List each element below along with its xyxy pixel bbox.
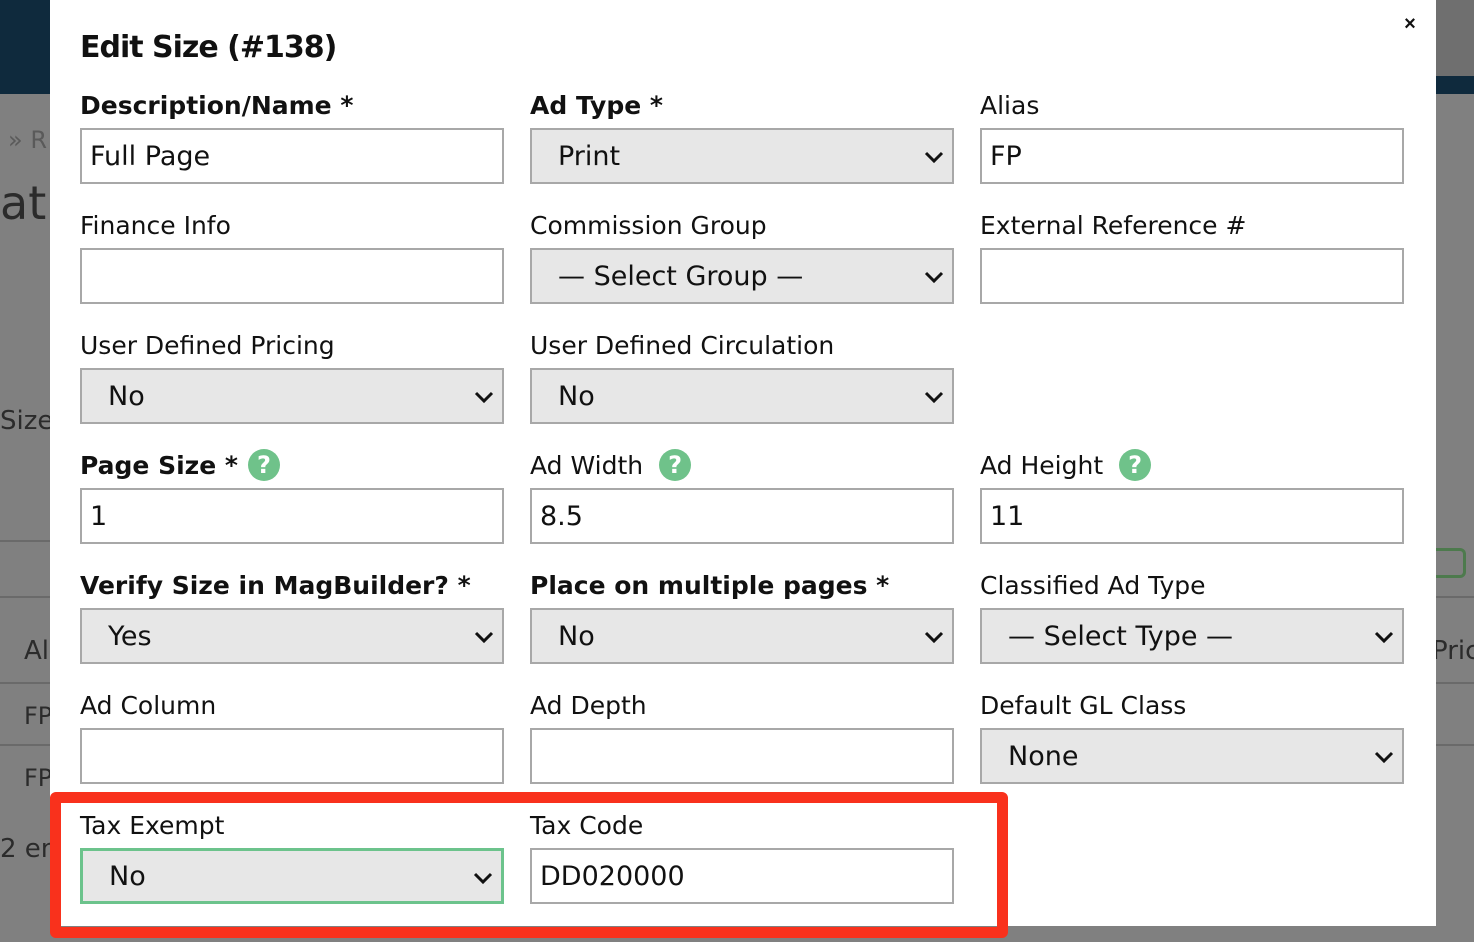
ad-depth-field: Ad Depth: [530, 688, 954, 784]
classified-ad-type-label: Classified Ad Type: [980, 570, 1206, 600]
description-label: Description/Name *: [80, 90, 354, 120]
help-icon[interactable]: ?: [1119, 449, 1152, 481]
external-reference-label: External Reference #: [980, 210, 1247, 240]
verify-size-label: Verify Size in MagBuilder? *: [80, 570, 471, 600]
alias-field: Alias FP: [980, 88, 1404, 184]
chevron-down-icon: [924, 631, 944, 644]
background-divider: [0, 682, 50, 684]
background-size-label: Size: [0, 406, 54, 436]
ad-width-label-text: Ad Width: [530, 450, 644, 480]
commission-group-label: Commission Group: [530, 210, 767, 240]
alias-input[interactable]: FP: [980, 128, 1404, 184]
ad-depth-input[interactable]: [530, 728, 954, 784]
user-defined-pricing-field: User Defined Pricing No: [80, 328, 504, 424]
modal-title: Edit Size (#138): [80, 30, 337, 65]
page-size-field: Page Size * ? 1: [80, 448, 504, 544]
background-divider: [1436, 596, 1474, 598]
finance-info-field: Finance Info: [80, 208, 504, 304]
page-size-input[interactable]: 1: [80, 488, 504, 544]
user-defined-circulation-value: No: [558, 380, 595, 412]
background-green-box: [1436, 548, 1466, 578]
chevron-down-icon: [924, 151, 944, 164]
verify-size-field: Verify Size in MagBuilder? * Yes: [80, 568, 504, 664]
chevron-down-icon: [1374, 751, 1394, 764]
background-row: FP: [24, 702, 53, 730]
ad-height-label: Ad Height ?: [980, 448, 1404, 482]
external-reference-field: External Reference #: [980, 208, 1404, 304]
default-gl-class-value: None: [1008, 740, 1079, 772]
help-icon[interactable]: ?: [247, 449, 280, 481]
ad-column-input[interactable]: [80, 728, 504, 784]
default-gl-class-label: Default GL Class: [980, 690, 1187, 720]
user-defined-circulation-field: User Defined Circulation No: [530, 328, 954, 424]
ad-width-field: Ad Width ? 8.5: [530, 448, 954, 544]
background-divider: [1436, 744, 1474, 746]
user-defined-circulation-select[interactable]: No: [530, 368, 954, 424]
background-entries-count: 2 en: [0, 834, 58, 864]
background-divider: [1436, 682, 1474, 684]
commission-group-field: Commission Group — Select Group —: [530, 208, 954, 304]
background-column-header: Pric: [1432, 636, 1474, 666]
background-row: FP: [24, 764, 53, 792]
commission-group-select[interactable]: — Select Group —: [530, 248, 954, 304]
multiple-pages-label: Place on multiple pages *: [530, 570, 890, 600]
verify-size-value: Yes: [108, 620, 152, 652]
commission-group-value: — Select Group —: [558, 260, 804, 292]
multiple-pages-value: No: [558, 620, 595, 652]
background-heading: at: [0, 176, 47, 230]
verify-size-select[interactable]: Yes: [80, 608, 504, 664]
ad-height-label-text: Ad Height: [980, 450, 1104, 480]
ad-column-field: Ad Column: [80, 688, 504, 784]
background-divider: [0, 540, 50, 542]
ad-type-select[interactable]: Print: [530, 128, 954, 184]
chevron-down-icon: [474, 631, 494, 644]
page-size-label: Page Size * ?: [80, 448, 504, 482]
background-column-header: Al: [24, 636, 50, 666]
user-defined-pricing-select[interactable]: No: [80, 368, 504, 424]
default-gl-class-select[interactable]: None: [980, 728, 1404, 784]
classified-ad-type-value: — Select Type —: [1008, 620, 1234, 652]
external-reference-input[interactable]: [980, 248, 1404, 304]
chevron-down-icon: [1374, 631, 1394, 644]
chevron-down-icon: [924, 271, 944, 284]
ad-type-label: Ad Type *: [530, 90, 663, 120]
ad-type-field: Ad Type * Print: [530, 88, 954, 184]
finance-info-label: Finance Info: [80, 210, 231, 240]
background-divider: [0, 744, 50, 746]
user-defined-pricing-label: User Defined Pricing: [80, 330, 335, 360]
ad-type-value: Print: [558, 140, 621, 172]
classified-ad-type-select[interactable]: — Select Type —: [980, 608, 1404, 664]
highlight-annotation: [50, 792, 1008, 938]
ad-height-field: Ad Height ? 11: [980, 448, 1404, 544]
ad-height-input[interactable]: 11: [980, 488, 1404, 544]
multiple-pages-select[interactable]: No: [530, 608, 954, 664]
help-icon[interactable]: ?: [659, 449, 692, 481]
alias-label: Alias: [980, 90, 1040, 120]
background-topbar-right: [1436, 0, 1474, 76]
chevron-down-icon: [924, 391, 944, 404]
edit-size-modal: Edit Size (#138) × Description/Name * Fu…: [50, 0, 1436, 938]
multiple-pages-field: Place on multiple pages * No: [530, 568, 954, 664]
ad-width-input[interactable]: 8.5: [530, 488, 954, 544]
close-button[interactable]: ×: [1396, 10, 1424, 38]
background-divider: [0, 596, 50, 598]
page-size-label-text: Page Size *: [80, 450, 238, 480]
description-field: Description/Name * Full Page: [80, 88, 504, 184]
classified-ad-type-field: Classified Ad Type — Select Type —: [980, 568, 1404, 664]
ad-depth-label: Ad Depth: [530, 690, 647, 720]
user-defined-circulation-label: User Defined Circulation: [530, 330, 835, 360]
ad-width-label: Ad Width ?: [530, 448, 954, 482]
default-gl-class-field: Default GL Class None: [980, 688, 1404, 784]
description-input[interactable]: Full Page: [80, 128, 504, 184]
ad-column-label: Ad Column: [80, 690, 217, 720]
background-breadcrumb: » R: [8, 126, 47, 154]
user-defined-pricing-value: No: [108, 380, 145, 412]
chevron-down-icon: [474, 391, 494, 404]
finance-info-input[interactable]: [80, 248, 504, 304]
